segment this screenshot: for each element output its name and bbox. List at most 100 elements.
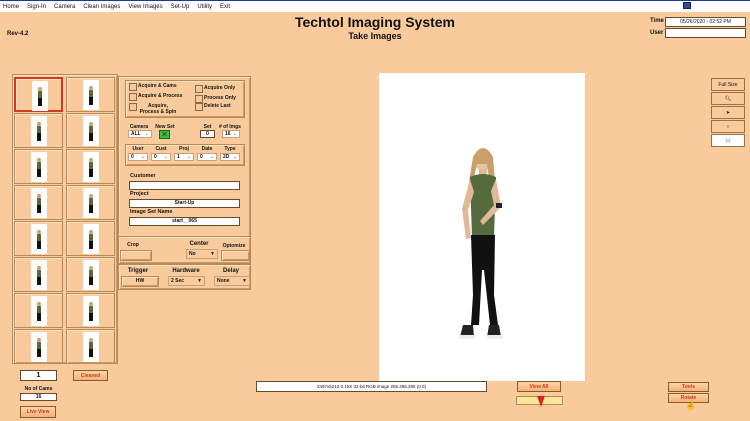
thumbnail-image	[31, 260, 47, 290]
menu-item-sign-in[interactable]: Sign-In	[27, 4, 46, 10]
crop-label: Crop	[127, 242, 139, 248]
counter-field[interactable]: 1	[20, 370, 57, 381]
page-title: Take Images	[348, 31, 402, 41]
thumbnail[interactable]	[66, 77, 115, 112]
thumbnail[interactable]	[14, 149, 63, 184]
pointer-icon[interactable]: ➤	[711, 106, 745, 119]
checkbox-process-only[interactable]: Process Only	[195, 95, 250, 103]
center-label: Center	[189, 241, 209, 247]
thumbnail[interactable]	[66, 221, 115, 256]
rectangle-select-icon[interactable]: ▭	[711, 134, 745, 147]
menu-bar: Home Sign-In Camera Clean Images View Images…	[0, 0, 750, 12]
set-field[interactable]: 0	[200, 130, 215, 138]
thumbnail-image	[83, 152, 99, 182]
thumbnail-image	[31, 332, 47, 362]
delay-select[interactable]: None ▼	[214, 276, 250, 286]
trigger-label: Trigger	[127, 268, 149, 274]
type-select[interactable]: 2D ⌄	[220, 153, 240, 161]
user-label: User	[650, 30, 664, 36]
cleaned-button[interactable]: Cleaned	[73, 370, 108, 381]
image-set-label: Image Set Name	[130, 209, 173, 215]
thumbnail-image	[83, 224, 99, 254]
imgs-select[interactable]: 16 ⌄	[222, 130, 240, 138]
app-title: Techtol Imaging System	[295, 14, 455, 30]
thumbnail[interactable]	[14, 77, 63, 112]
thumbnail-image	[83, 116, 99, 146]
image-slider[interactable]	[516, 396, 563, 407]
trigger-button[interactable]: HW	[121, 276, 159, 287]
slider-handle[interactable]	[536, 396, 545, 407]
checkbox-delete-last[interactable]: Delete Last	[195, 103, 250, 113]
live-view-button[interactable]: Live View	[20, 406, 56, 418]
view-all-button[interactable]: View All	[517, 381, 561, 392]
hand-icon[interactable]: ○	[711, 120, 745, 133]
menu-item-home[interactable]: Home	[3, 4, 19, 10]
cust-label: Cust	[155, 146, 167, 152]
thumbnail-image	[31, 152, 47, 182]
zoom-icon[interactable]: 🔍︎	[711, 92, 745, 105]
thumbnail-image	[83, 80, 99, 110]
thumbnail[interactable]	[66, 257, 115, 292]
thumbnail[interactable]	[66, 185, 115, 220]
date-select[interactable]: 0 ⌄	[197, 153, 217, 161]
menu-item-clean-images[interactable]: Clean Images	[83, 4, 120, 10]
thumbnail[interactable]	[14, 221, 63, 256]
user-select[interactable]: 0 ⌄	[128, 153, 148, 161]
optimize-label: Optomize	[222, 243, 246, 249]
menu-item-view-images[interactable]: View Images	[128, 4, 162, 10]
new-set-button[interactable]: ✕	[159, 130, 170, 139]
checkbox-acquire-process[interactable]: Acquire & Process	[129, 93, 189, 103]
optimize-field[interactable]	[221, 250, 250, 261]
app-icon	[683, 2, 691, 9]
thumbnail[interactable]	[14, 113, 63, 148]
thumbnail[interactable]	[14, 257, 63, 292]
thumbnail-image	[83, 332, 99, 362]
checkbox-acquire-only[interactable]: Acquire Only	[195, 85, 250, 95]
version-label: Rev-4.2	[7, 31, 29, 37]
status-bar: 3497x5212 0.15X 32-bit RGB image 255.255…	[256, 381, 487, 392]
thumbnail[interactable]	[14, 293, 63, 328]
thumbnail[interactable]	[66, 293, 115, 328]
time-label: Time	[650, 18, 664, 24]
tools-button[interactable]: Tools	[668, 382, 709, 392]
camera-select[interactable]: ALL ⌄	[128, 130, 152, 138]
proj-select[interactable]: 1 ⌄	[174, 153, 194, 161]
thumbnail-image	[32, 81, 48, 111]
checkbox-acquire-process-spin[interactable]: Acquire, Process & Spin	[129, 103, 189, 115]
chevron-down-icon: ⌄	[144, 131, 149, 137]
project-label: Project	[130, 191, 149, 197]
cust-select[interactable]: 0 ⌄	[151, 153, 171, 161]
person-photo	[459, 148, 503, 339]
menu-item-camera[interactable]: Camera	[54, 4, 75, 10]
thumbnail[interactable]	[14, 185, 63, 220]
date-label: Date	[201, 146, 213, 152]
thumbnail[interactable]	[14, 329, 63, 364]
image-set-field[interactable]: start__065	[129, 217, 240, 226]
thumbnail[interactable]	[66, 149, 115, 184]
checkbox-acquire-cams[interactable]: Acquire & Cams	[129, 83, 189, 93]
center-select[interactable]: No ▼	[186, 249, 218, 259]
thumbnail-image	[31, 116, 47, 146]
project-field[interactable]: Start-Up	[129, 199, 240, 208]
user-field[interactable]	[665, 28, 746, 38]
hardware-label: Hardware	[172, 268, 200, 274]
thumbnail[interactable]	[66, 329, 115, 364]
image-viewer[interactable]	[379, 73, 585, 381]
time-field: 05/26/2020 - 02:52 PM	[665, 17, 746, 27]
thumbnail[interactable]	[66, 113, 115, 148]
crop-field[interactable]	[120, 250, 152, 261]
no-cams-field[interactable]: 16	[20, 393, 57, 401]
user-label: User	[132, 146, 144, 152]
thumbnail-image	[83, 188, 99, 218]
thumbnail-image	[31, 296, 47, 326]
customer-label: Customer	[130, 173, 156, 179]
hardware-select[interactable]: 2 Sec ▼	[168, 276, 205, 286]
menu-item-utility[interactable]: Utility	[197, 4, 212, 10]
customer-field[interactable]	[129, 181, 240, 190]
no-cams-label: No of Cams	[24, 386, 53, 392]
full-size-button[interactable]: Full Size	[711, 78, 745, 91]
menu-item-set-up[interactable]: Set-Up	[171, 4, 190, 10]
proj-label: Proj	[179, 146, 189, 152]
menu-item-exit[interactable]: Exit	[220, 4, 230, 10]
cursor-hand-icon: ☝	[685, 400, 697, 410]
